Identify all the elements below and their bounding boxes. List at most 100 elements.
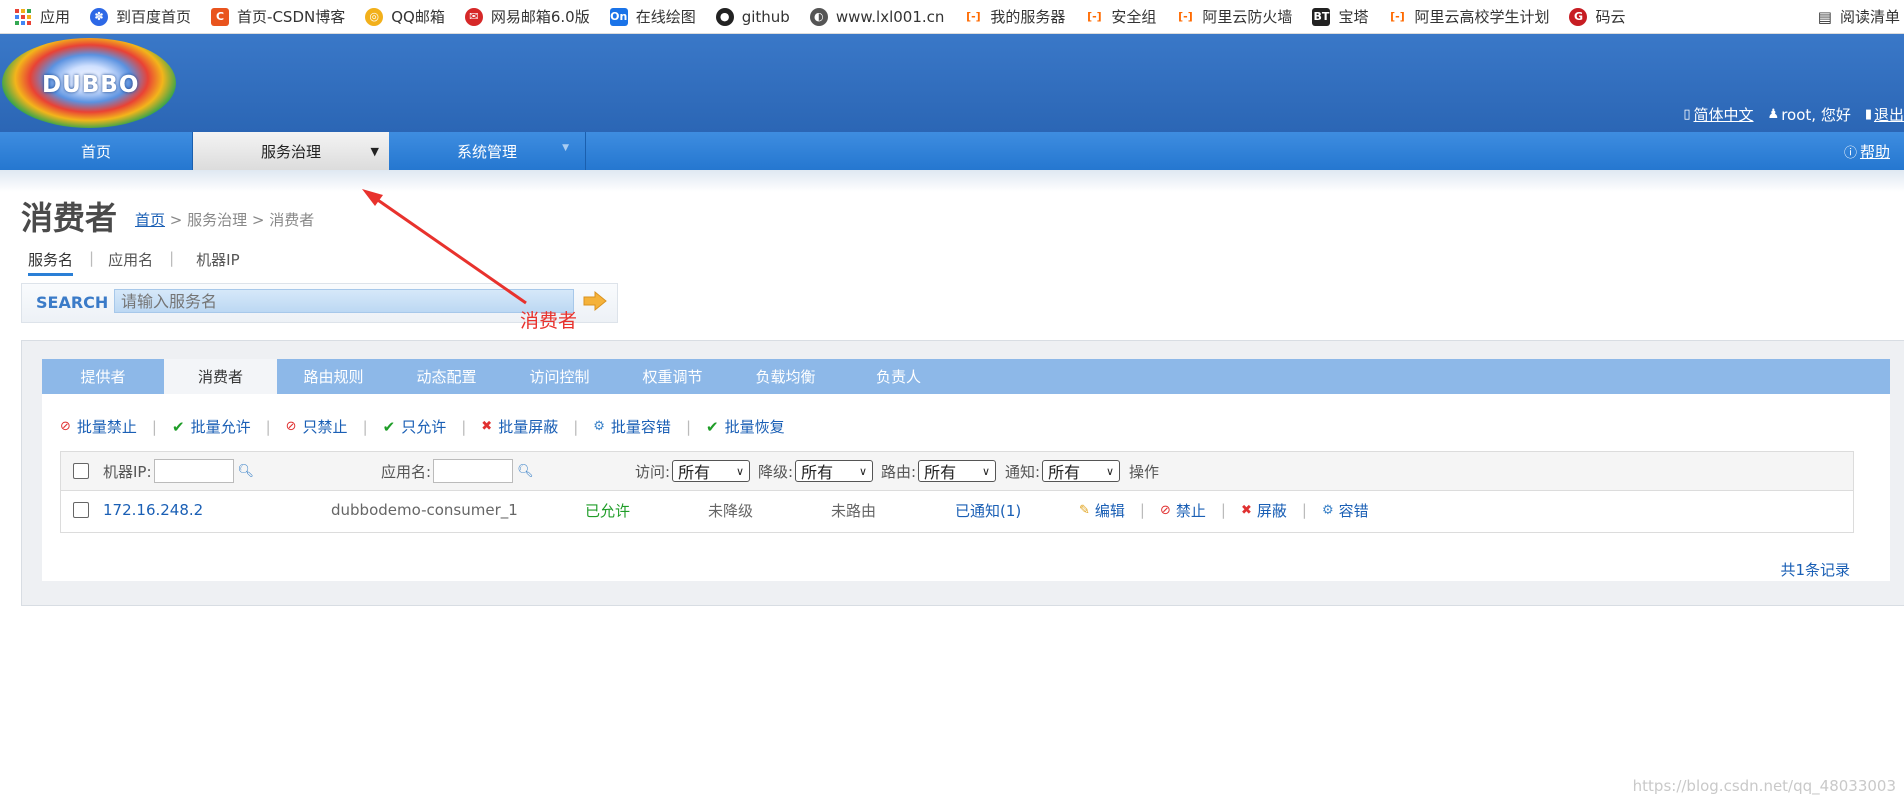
subtab-divider: | [89,249,95,267]
app-filter-cell: 应用名: 🔍︎ [381,452,534,490]
bookmark-drawing[interactable]: On 在线绘图 [609,6,696,27]
bookmark-baota[interactable]: BT 宝塔 [1312,6,1368,27]
bookmark-baidu[interactable]: ✽ 到百度首页 [90,6,191,27]
nav-home[interactable]: 首页 [0,132,192,170]
op-divider: | [1301,501,1307,519]
forbid-button[interactable]: ⊘ 禁止 [1160,500,1206,521]
action-label: 批量禁止 [76,418,137,436]
action-divider: | [685,417,691,436]
action-divider: | [461,417,467,436]
netease-mail-icon: ✉ [464,7,483,26]
bookmark-qqmail[interactable]: ◎ QQ邮箱 [365,6,445,27]
qq-mail-icon: ◎ [365,7,384,26]
row-checkbox[interactable] [73,502,89,518]
batch-allow-button[interactable]: ✔ 批量允许 [172,416,251,437]
subtab-app-name[interactable]: 应用名 [108,249,153,276]
bookmark-label: 阿里云高校学生计划 [1414,8,1550,26]
select-all-cell [73,452,89,490]
bookmark-firewall[interactable]: [-] 阿里云防火墙 [1176,6,1292,27]
batch-tolerance-button[interactable]: ⚙ 批量容错 [593,416,671,437]
op-label: 容错 [1338,501,1369,520]
route-filter-label: 路由: [881,462,917,481]
degrade-filter-label: 降级: [758,462,794,481]
arrow-right-icon[interactable] [582,289,608,313]
batch-mask-button[interactable]: ✖ 批量屏蔽 [481,416,558,437]
tolerance-button[interactable]: ⚙ 容错 [1322,500,1369,521]
edit-button[interactable]: ✎ 编辑 [1079,500,1125,521]
bookmark-my-server[interactable]: [-] 我的服务器 [964,6,1065,27]
bookmark-apps[interactable]: 应用 [14,6,70,27]
chevron-down-icon: ∨ [1106,464,1115,478]
search-input[interactable] [114,289,574,313]
tab-owner[interactable]: 负责人 [842,359,955,394]
bookmark-student-plan[interactable]: [-] 阿里云高校学生计划 [1388,6,1549,27]
access-filter-select[interactable]: 所有 ∨ [672,460,751,482]
bookmark-security-group[interactable]: [-] 安全组 [1085,6,1156,27]
breadcrumb-home[interactable]: 首页 [135,211,165,229]
batch-forbid-button[interactable]: ⊘ 批量禁止 [60,416,137,437]
notify-filter-select[interactable]: 所有 ∨ [1042,460,1121,482]
bookmark-gitee[interactable]: G 码云 [1569,6,1625,27]
reading-list-icon: ▤ [1817,7,1832,26]
notify-filter-cell: 通知: 所有 ∨ [1005,452,1121,490]
csdn-icon: C [211,7,230,26]
batch-recover-button[interactable]: ✔ 批量恢复 [706,416,785,437]
access-filter-label: 访问: [635,462,671,481]
row-notify-link[interactable]: 已通知(1) [955,490,1021,530]
reading-list[interactable]: ▤ 阅读清单 [1818,0,1904,33]
only-forbid-button[interactable]: ⊘ 只禁止 [286,416,348,437]
bookmarks-bar: 应用 ✽ 到百度首页 C 首页-CSDN博客 ◎ QQ邮箱 ✉ 网易邮箱6.0版… [0,0,1904,34]
governance-tabs: 提供者 消费者 路由规则 动态配置 访问控制 权重调节 负载均衡 负责人 [42,359,1890,394]
degrade-filter-cell: 降级: 所有 ∨ [758,452,874,490]
tab-weight[interactable]: 权重调节 [616,359,729,394]
bookmark-github[interactable]: ● github [715,7,790,26]
search-icon[interactable]: 🔍︎ [238,464,255,479]
nav-help[interactable]: ⓘ 帮助 [1844,132,1890,170]
record-count: 共1条记录 [1780,561,1850,579]
chevron-down-icon: ∨ [982,464,991,478]
globe-icon: ◐ [809,7,828,26]
search-icon[interactable]: 🔍︎ [517,464,534,479]
logout-link[interactable]: 退出 [1874,104,1904,125]
ip-filter-input[interactable] [153,459,234,483]
select-all-checkbox[interactable] [73,463,89,479]
subtab-service-name[interactable]: 服务名 [28,249,74,276]
tab-routes[interactable]: 路由规则 [277,359,390,394]
chevron-down-icon: ▼ [370,144,379,158]
action-divider: | [573,417,579,436]
action-divider: | [362,417,368,436]
close-circle-icon: ✖ [481,419,493,434]
subtab-machine-ip[interactable]: 机器IP [196,249,239,276]
app-filter-input[interactable] [433,459,514,483]
ip-filter-cell: 机器IP: 🔍︎ [103,452,254,490]
check-icon: ✔ [171,417,185,436]
bookmark-lxl001[interactable]: ◐ www.lxl001.cn [809,7,944,26]
language-link[interactable]: 简体中文 [1694,104,1754,125]
check-icon: ✔ [706,417,719,436]
breadcrumb: 首页 > 服务治理 > 消费者 [135,209,314,230]
aliyun-icon: [-] [1178,10,1193,23]
mask-button[interactable]: ✖ 屏蔽 [1241,500,1287,521]
tab-dynamic-config[interactable]: 动态配置 [390,359,503,394]
select-value: 所有 [678,463,711,482]
only-allow-button[interactable]: ✔ 只允许 [383,416,447,437]
bookmark-netease[interactable]: ✉ 网易邮箱6.0版 [464,6,590,27]
tab-providers[interactable]: 提供者 [42,359,164,394]
bookmark-csdn[interactable]: C 首页-CSDN博客 [211,6,345,27]
route-filter-select[interactable]: 所有 ∨ [918,460,997,482]
tab-consumers[interactable]: 消费者 [164,359,277,394]
nav-system-admin[interactable]: 系统管理 ▼ [389,132,585,170]
tab-label: 消费者 [197,368,243,386]
tab-label: 负责人 [875,368,921,386]
nav-service-governance[interactable]: 服务治理 ▼ [193,132,389,170]
app-filter-label: 应用名: [381,462,432,481]
tab-load-balance[interactable]: 负载均衡 [729,359,842,394]
search-label: SEARCH [36,293,109,312]
access-filter-cell: 访问: 所有 ∨ [635,452,751,490]
row-ip-link[interactable]: 172.16.248.2 [103,490,203,530]
chevron-down-icon: ▼ [562,143,569,153]
tab-access-control[interactable]: 访问控制 [503,359,616,394]
degrade-filter-select[interactable]: 所有 ∨ [795,460,874,482]
bookmark-label: 安全组 [1111,8,1157,26]
action-divider: | [265,417,271,436]
